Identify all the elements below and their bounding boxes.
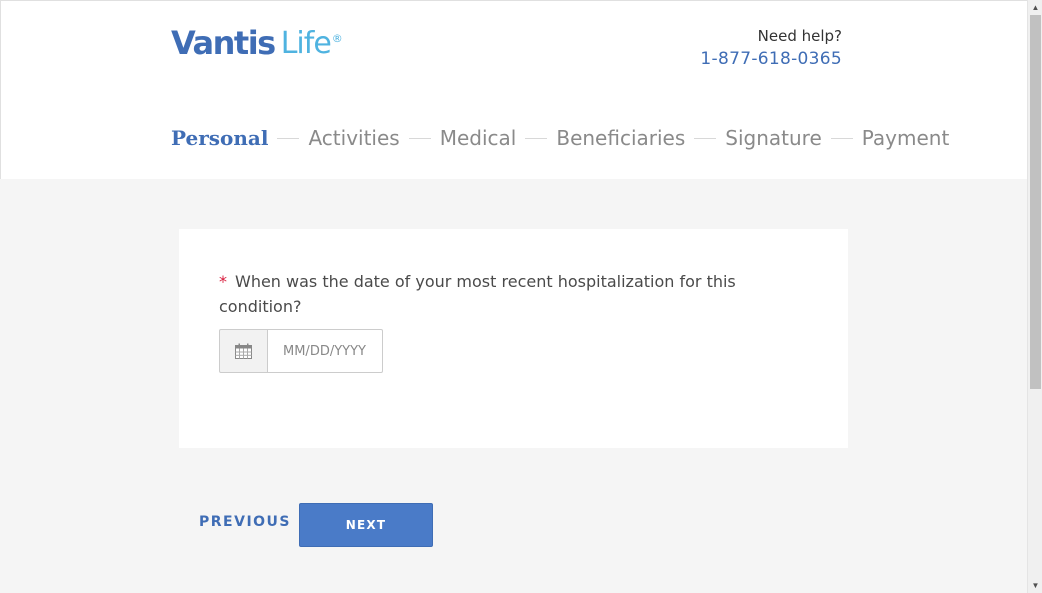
step-personal[interactable]: Personal	[171, 126, 268, 150]
step-divider	[830, 137, 853, 139]
scroll-up-arrow-icon[interactable]: ▲	[1028, 0, 1042, 15]
calendar-icon	[235, 343, 252, 359]
step-payment: Payment	[861, 126, 950, 150]
vantis-life-logo[interactable]: Vantis Life ®	[171, 23, 343, 63]
next-button[interactable]: NEXT	[299, 503, 433, 547]
step-divider	[408, 137, 431, 139]
scroll-down-arrow-icon[interactable]: ▼	[1028, 578, 1042, 593]
help-phone-link[interactable]: 1-877-618-0365	[622, 47, 842, 71]
help-label: Need help?	[757, 27, 842, 45]
logo-registered-mark: ®	[331, 32, 343, 45]
date-input[interactable]	[268, 329, 383, 373]
question-label: * When was the date of your most recent h…	[219, 269, 779, 319]
logo-text-vantis: Vantis	[171, 24, 276, 62]
help-contact: Need help? 1-877-618-0365	[622, 27, 842, 71]
step-signature: Signature	[725, 126, 822, 150]
date-picker	[219, 329, 383, 373]
previous-button[interactable]: PREVIOUS	[199, 514, 291, 530]
required-indicator: *	[219, 272, 227, 291]
step-beneficiaries: Beneficiaries	[556, 126, 686, 150]
scrollbar-thumb[interactable]	[1030, 15, 1041, 389]
logo-text-life: Life	[280, 26, 332, 61]
question-card: * When was the date of your most recent h…	[179, 229, 848, 448]
page-header: Vantis Life ® Need help? 1-877-618-0365 …	[0, 0, 1027, 179]
progress-steps: Personal Activities Medical Beneficiarie…	[171, 121, 949, 155]
question-text: When was the date of your most recent ho…	[219, 272, 736, 316]
vertical-scrollbar[interactable]: ▲ ▼	[1027, 0, 1042, 593]
step-activities: Activities	[308, 126, 400, 150]
step-divider	[694, 137, 717, 139]
step-medical: Medical	[439, 126, 517, 150]
step-divider	[277, 137, 300, 139]
step-divider	[525, 137, 548, 139]
calendar-button[interactable]	[219, 329, 268, 373]
